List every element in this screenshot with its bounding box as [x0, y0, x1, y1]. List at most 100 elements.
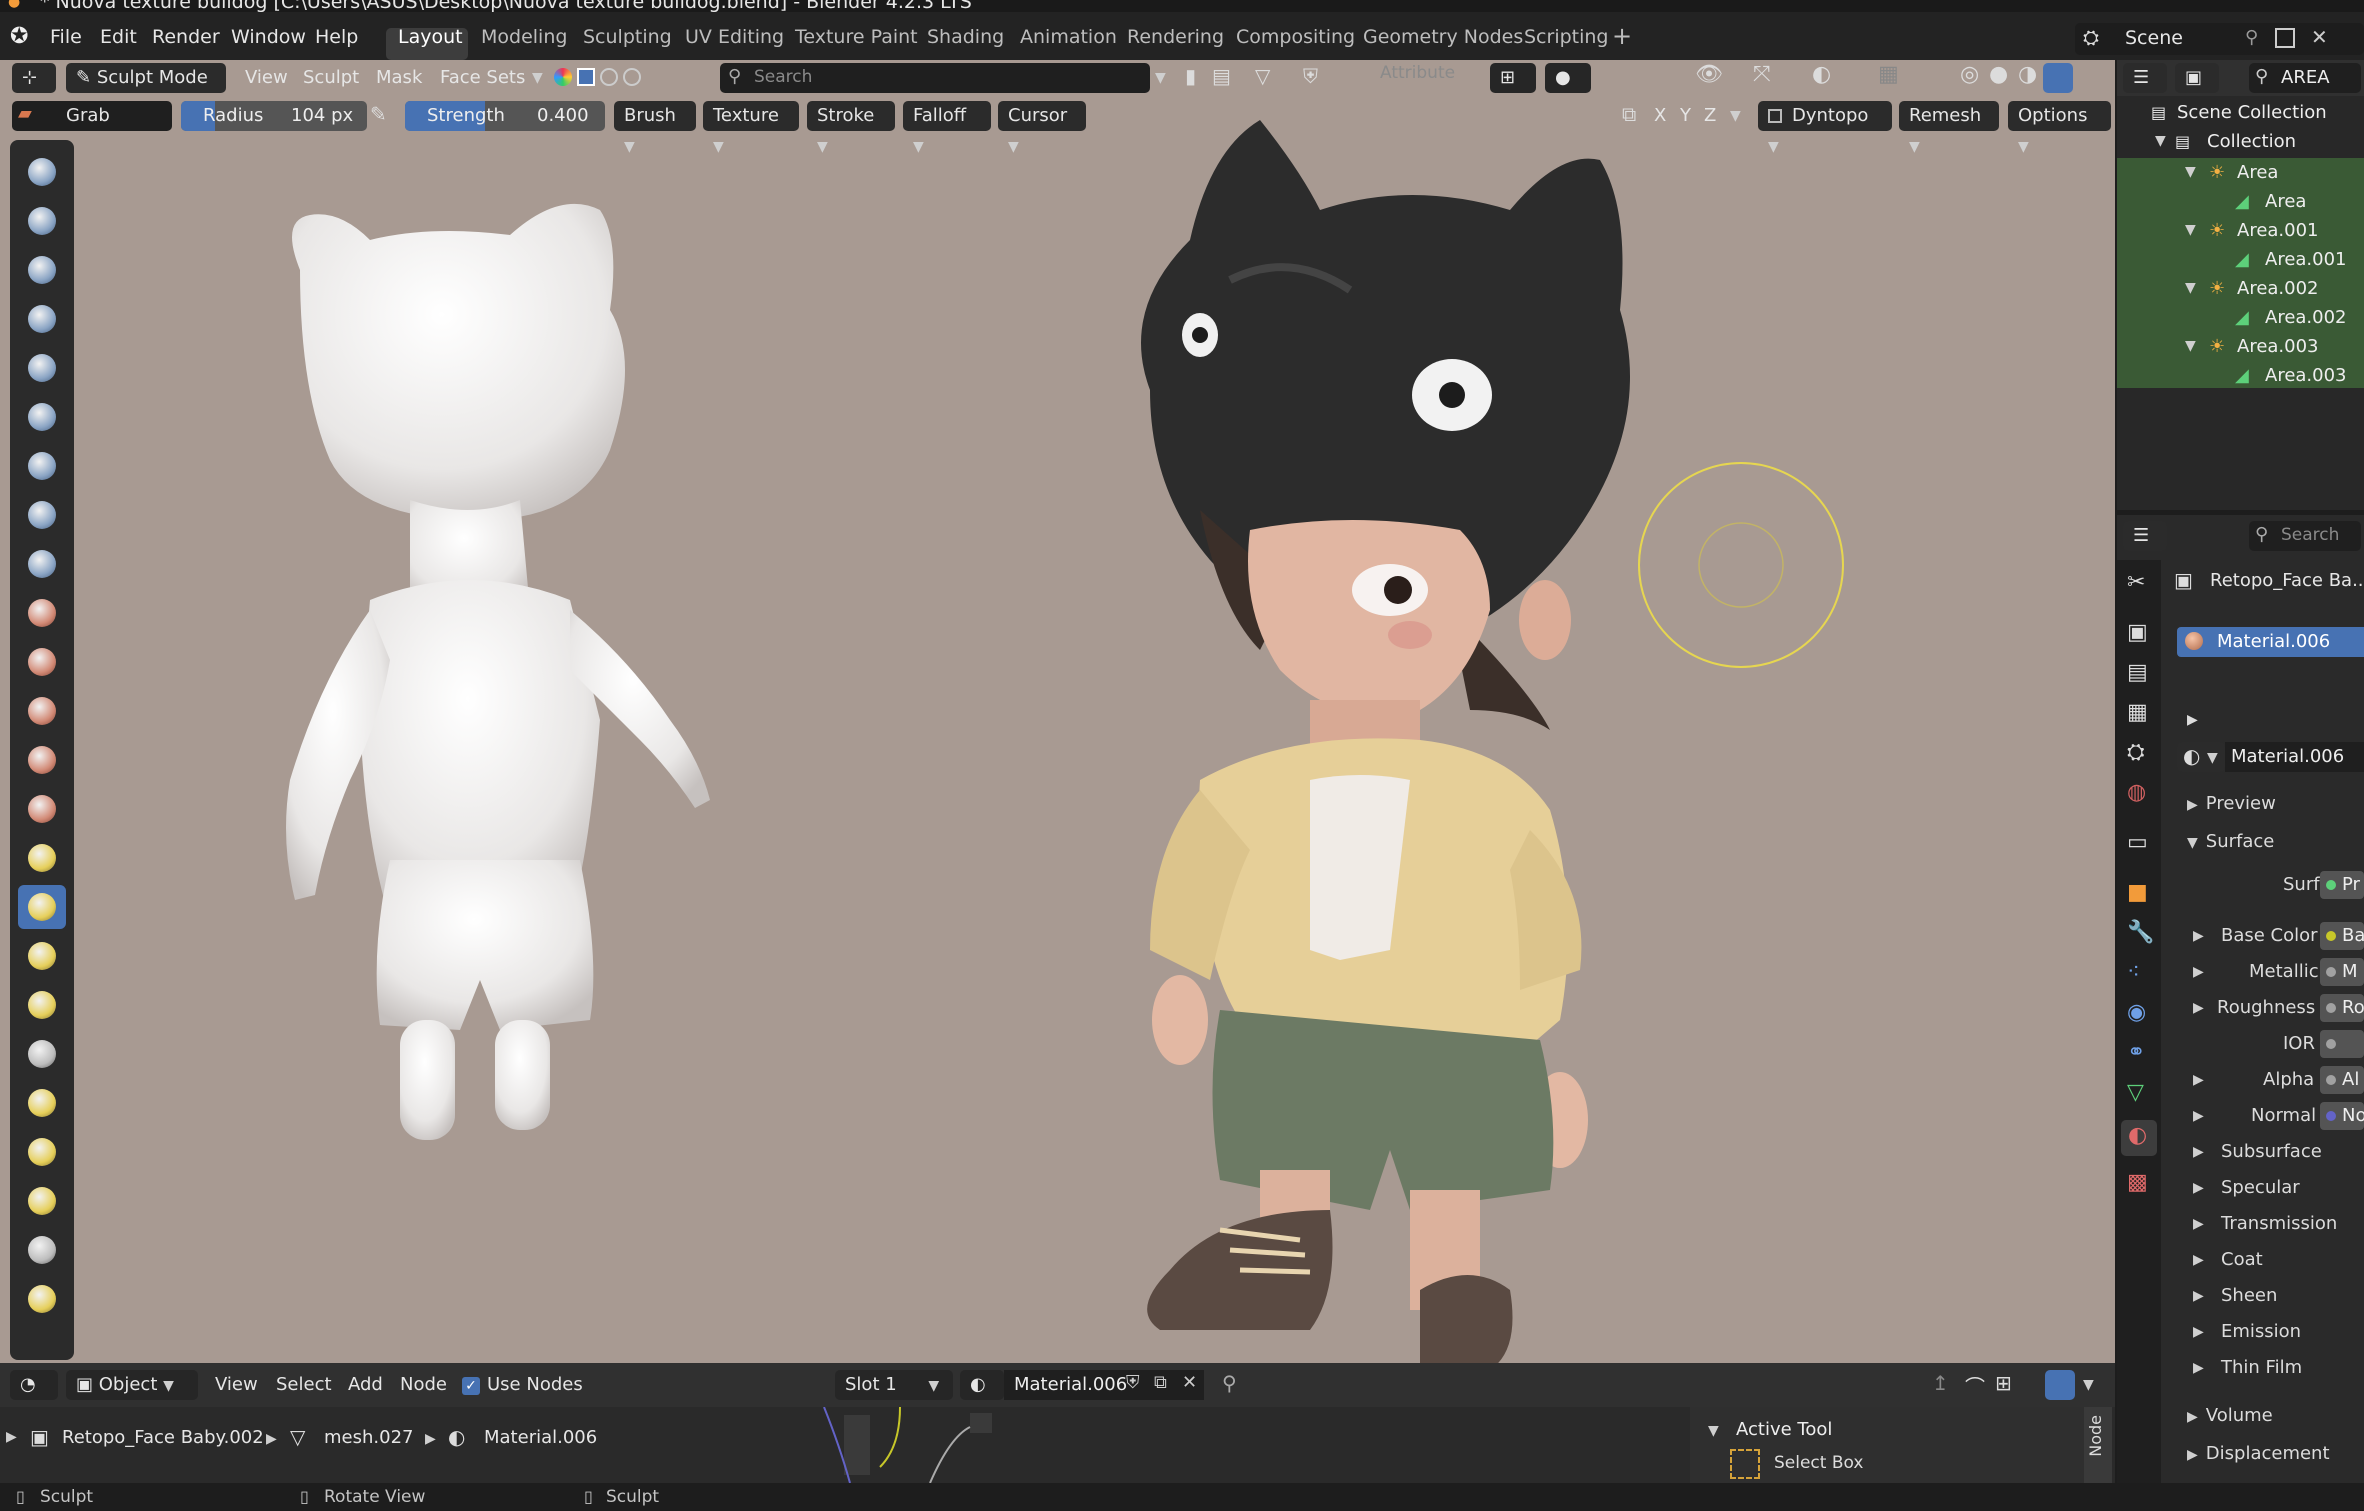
- input-normal[interactable]: ▶ Normal No: [2177, 1101, 2364, 1131]
- subpanel-transmission[interactable]: ▶ Transmission: [2177, 1209, 2364, 1239]
- texture-tab-icon[interactable]: ▩: [2127, 1170, 2148, 1195]
- shader-menu-node[interactable]: Node: [400, 1370, 447, 1400]
- duplicate-icon[interactable]: ⧉: [1154, 1372, 1167, 1393]
- tool-crease-icon[interactable]: [18, 542, 66, 586]
- tool-draw-sharp-icon[interactable]: [18, 199, 66, 243]
- tool-layer-icon[interactable]: [18, 395, 66, 439]
- menu-view[interactable]: View: [245, 63, 288, 93]
- face-set-icon[interactable]: [600, 68, 619, 86]
- input-value-field[interactable]: [2320, 1030, 2364, 1058]
- chevron-down-icon[interactable]: ▼: [2185, 274, 2196, 303]
- menu-edit[interactable]: Edit: [100, 26, 137, 48]
- tab-scripting[interactable]: Scripting: [1524, 26, 1609, 48]
- scene-tab-icon[interactable]: ⛭: [2127, 740, 2145, 765]
- axis-x-toggle[interactable]: X: [1654, 101, 1666, 131]
- 3d-viewport[interactable]: [0, 60, 2115, 1363]
- outliner-row-area[interactable]: ▼ ☀ Area: [2117, 158, 2364, 187]
- tool-clay-icon[interactable]: [18, 248, 66, 292]
- menu-render[interactable]: Render: [152, 26, 220, 48]
- surface-panel-header[interactable]: ▼ Surface: [2177, 827, 2364, 857]
- volume-panel-header[interactable]: ▶ Volume: [2177, 1401, 2364, 1431]
- modifier-tab-icon[interactable]: 🔧: [2127, 920, 2154, 945]
- menu-sculpt[interactable]: Sculpt: [303, 63, 359, 93]
- mask-icon[interactable]: [577, 68, 596, 86]
- shader-type-dropdown[interactable]: ▣ Object ▼: [66, 1370, 198, 1400]
- chevron-right-icon[interactable]: ▶: [2193, 1101, 2204, 1131]
- tool-boundary-icon[interactable]: [18, 1277, 66, 1321]
- tool-inflate-icon[interactable]: [18, 444, 66, 488]
- chevron-down-icon[interactable]: ▼: [2185, 216, 2196, 245]
- outliner-row-area-002[interactable]: ▼ ☀ Area.002: [2117, 274, 2364, 303]
- menu-window[interactable]: Window: [231, 26, 306, 48]
- scene-selector[interactable]: ⛭ Scene ⚲ ✕: [2075, 23, 2364, 55]
- tool-grab-icon[interactable]: [18, 885, 66, 929]
- chevron-right-icon[interactable]: ▶: [2193, 993, 2204, 1023]
- outliner-search-field[interactable]: ⚲ AREA: [2249, 63, 2361, 93]
- tool-pinch-icon[interactable]: [18, 836, 66, 880]
- unlink-icon[interactable]: ✕: [1182, 1372, 1197, 1393]
- brush-selector[interactable]: ▰ Grab: [12, 101, 172, 131]
- select-box-icon[interactable]: [1730, 1449, 1760, 1479]
- axis-z-toggle[interactable]: Z: [1704, 101, 1716, 131]
- delete-scene-icon[interactable]: ✕: [2311, 25, 2328, 49]
- tool-scrape-icon[interactable]: [18, 738, 66, 782]
- shader-editor-canvas[interactable]: ▶ ▣ Retopo_Face Baby.002 ▶ ▽ mesh.027 ▶ …: [0, 1407, 2115, 1483]
- shader-menu-view[interactable]: View: [215, 1370, 258, 1400]
- input-base-color[interactable]: ▶ Base Color Ba: [2177, 921, 2364, 951]
- tool-nudge-icon[interactable]: [18, 1130, 66, 1174]
- outliner-row-area-003-data[interactable]: ◢ Area.003: [2117, 361, 2364, 390]
- shield-icon[interactable]: ⛨: [1303, 64, 1318, 88]
- solid-shading-icon[interactable]: ●: [1989, 62, 2008, 87]
- tab-layout[interactable]: Layout: [398, 26, 463, 48]
- tab-geometry-nodes[interactable]: Geometry Nodes: [1363, 26, 1523, 48]
- pin-icon[interactable]: ⚲: [2245, 27, 2258, 48]
- tab-rendering[interactable]: Rendering: [1127, 26, 1224, 48]
- input-value-field[interactable]: M: [2320, 958, 2364, 986]
- input-value-field[interactable]: Al: [2320, 1066, 2364, 1094]
- tool-fill-icon[interactable]: [18, 689, 66, 733]
- node-sidebar-tab[interactable]: Node: [2084, 1407, 2112, 1483]
- subpanel-subsurface[interactable]: ▶ Subsurface: [2177, 1137, 2364, 1167]
- subpanel-specular[interactable]: ▶ Specular: [2177, 1173, 2364, 1203]
- outliner-row-collection[interactable]: ▼ ▤ Collection: [2117, 127, 2364, 156]
- falloff-dropdown[interactable]: Falloff ▼: [903, 101, 991, 155]
- subpanel-coat[interactable]: ▶ Coat: [2177, 1245, 2364, 1275]
- axis-y-toggle[interactable]: Y: [1680, 101, 1691, 131]
- outliner-row-area-002-data[interactable]: ◢ Area.002: [2117, 303, 2364, 332]
- outliner-row-area-001[interactable]: ▼ ☀ Area.001: [2117, 216, 2364, 245]
- chevron-down-icon[interactable]: ▼: [2155, 127, 2166, 156]
- fake-user-icon[interactable]: ⛨: [1126, 1372, 1140, 1393]
- chevron-right-icon[interactable]: ▶: [2193, 957, 2204, 987]
- input-metallic[interactable]: ▶ Metallic M: [2177, 957, 2364, 987]
- input-value-field[interactable]: No: [2320, 1102, 2364, 1130]
- layout-icon[interactable]: ▤: [1212, 64, 1231, 88]
- material-tab-button[interactable]: ◐: [2121, 1120, 2157, 1156]
- tab-texture-paint[interactable]: Texture Paint: [795, 26, 918, 48]
- surface-shader-row[interactable]: Surface Pr: [2177, 870, 2364, 900]
- chevron-down-icon[interactable]: ▼: [1708, 1423, 1719, 1439]
- snap-target-icon[interactable]: ⊞: [1995, 1371, 2012, 1395]
- tool-blob-icon[interactable]: [18, 493, 66, 537]
- tool-snake-hook-icon[interactable]: [18, 983, 66, 1027]
- gizmo-icon[interactable]: ⤧: [1753, 62, 1771, 87]
- symmetry-icon[interactable]: ⧉: [1622, 102, 1636, 126]
- expand-icon[interactable]: ▶: [2187, 712, 2198, 728]
- chevron-down-icon[interactable]: ▼: [2185, 158, 2196, 187]
- view-layer-tab-icon[interactable]: ▦: [2127, 700, 2148, 725]
- particles-tab-icon[interactable]: ⁖: [2127, 960, 2140, 985]
- input-value-field[interactable]: Ba: [2320, 922, 2364, 950]
- sphere-icon[interactable]: [623, 68, 642, 86]
- transform-pivot-button[interactable]: ⊞: [1490, 63, 1536, 93]
- dyntopo-checkbox[interactable]: [1768, 109, 1782, 123]
- menu-face-sets[interactable]: Face Sets: [440, 63, 525, 93]
- chevron-down-icon[interactable]: ▼: [532, 70, 543, 86]
- node-thumbnails[interactable]: [820, 1407, 1000, 1483]
- tool-thumb-icon[interactable]: [18, 1032, 66, 1076]
- material-slot-item[interactable]: Material.006: [2177, 627, 2364, 657]
- outliner-row-area-data[interactable]: ◢ Area: [2117, 187, 2364, 216]
- slot-dropdown[interactable]: Slot 1 ▼: [835, 1370, 953, 1400]
- tab-uv-editing[interactable]: UV Editing: [685, 26, 784, 48]
- displacement-panel-header[interactable]: ▶ Displacement: [2177, 1439, 2364, 1469]
- preview-panel-header[interactable]: ▶ Preview: [2177, 789, 2364, 819]
- chevron-down-icon[interactable]: ▼: [1155, 70, 1166, 86]
